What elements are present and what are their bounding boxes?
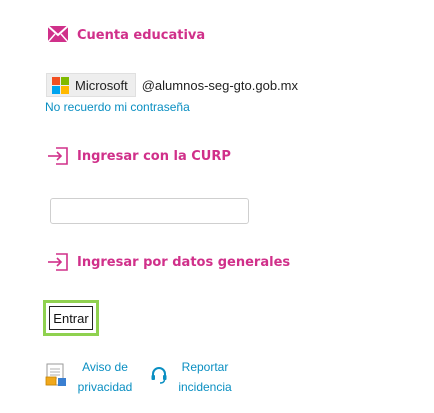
educational-account-label: Cuenta educativa (77, 27, 206, 43)
privacy-link-line2: privacidad (77, 380, 133, 394)
account-domain: @alumnos-seg-gto.gob.mx (141, 77, 299, 93)
educational-account-link[interactable]: Cuenta educativa (47, 25, 205, 45)
privacy-link-line1: Aviso de (82, 360, 128, 374)
curp-login-link[interactable]: Ingresar con la CURP (47, 146, 231, 166)
general-data-login-link[interactable]: Ingresar por datos generales (47, 252, 290, 272)
login-arrow-icon (47, 252, 69, 272)
microsoft-button-label: Microsoft (75, 77, 128, 93)
microsoft-login-row: Microsoft @alumnos-seg-gto.gob.mx (46, 73, 298, 97)
forgot-password-link[interactable]: No recuerdo mi contraseña (45, 100, 190, 114)
report-link-line1: Reportar (181, 360, 229, 374)
submit-focus-ring: Entrar (43, 300, 99, 336)
envelope-icon (47, 25, 69, 45)
microsoft-login-button[interactable]: Microsoft (46, 73, 136, 97)
curp-input[interactable] (50, 198, 249, 224)
curp-login-label: Ingresar con la CURP (77, 148, 231, 164)
login-arrow-icon (47, 146, 69, 166)
report-link-line2: incidencia (178, 380, 232, 394)
submit-button[interactable]: Entrar (49, 306, 93, 330)
general-data-login-label: Ingresar por datos generales (77, 254, 291, 270)
headset-icon (150, 366, 168, 388)
report-incident-link[interactable]: Reportar incidencia (172, 357, 238, 397)
microsoft-logo-icon (52, 76, 69, 94)
document-icon (45, 363, 67, 391)
privacy-notice-link[interactable]: Aviso de privacidad (73, 357, 137, 397)
